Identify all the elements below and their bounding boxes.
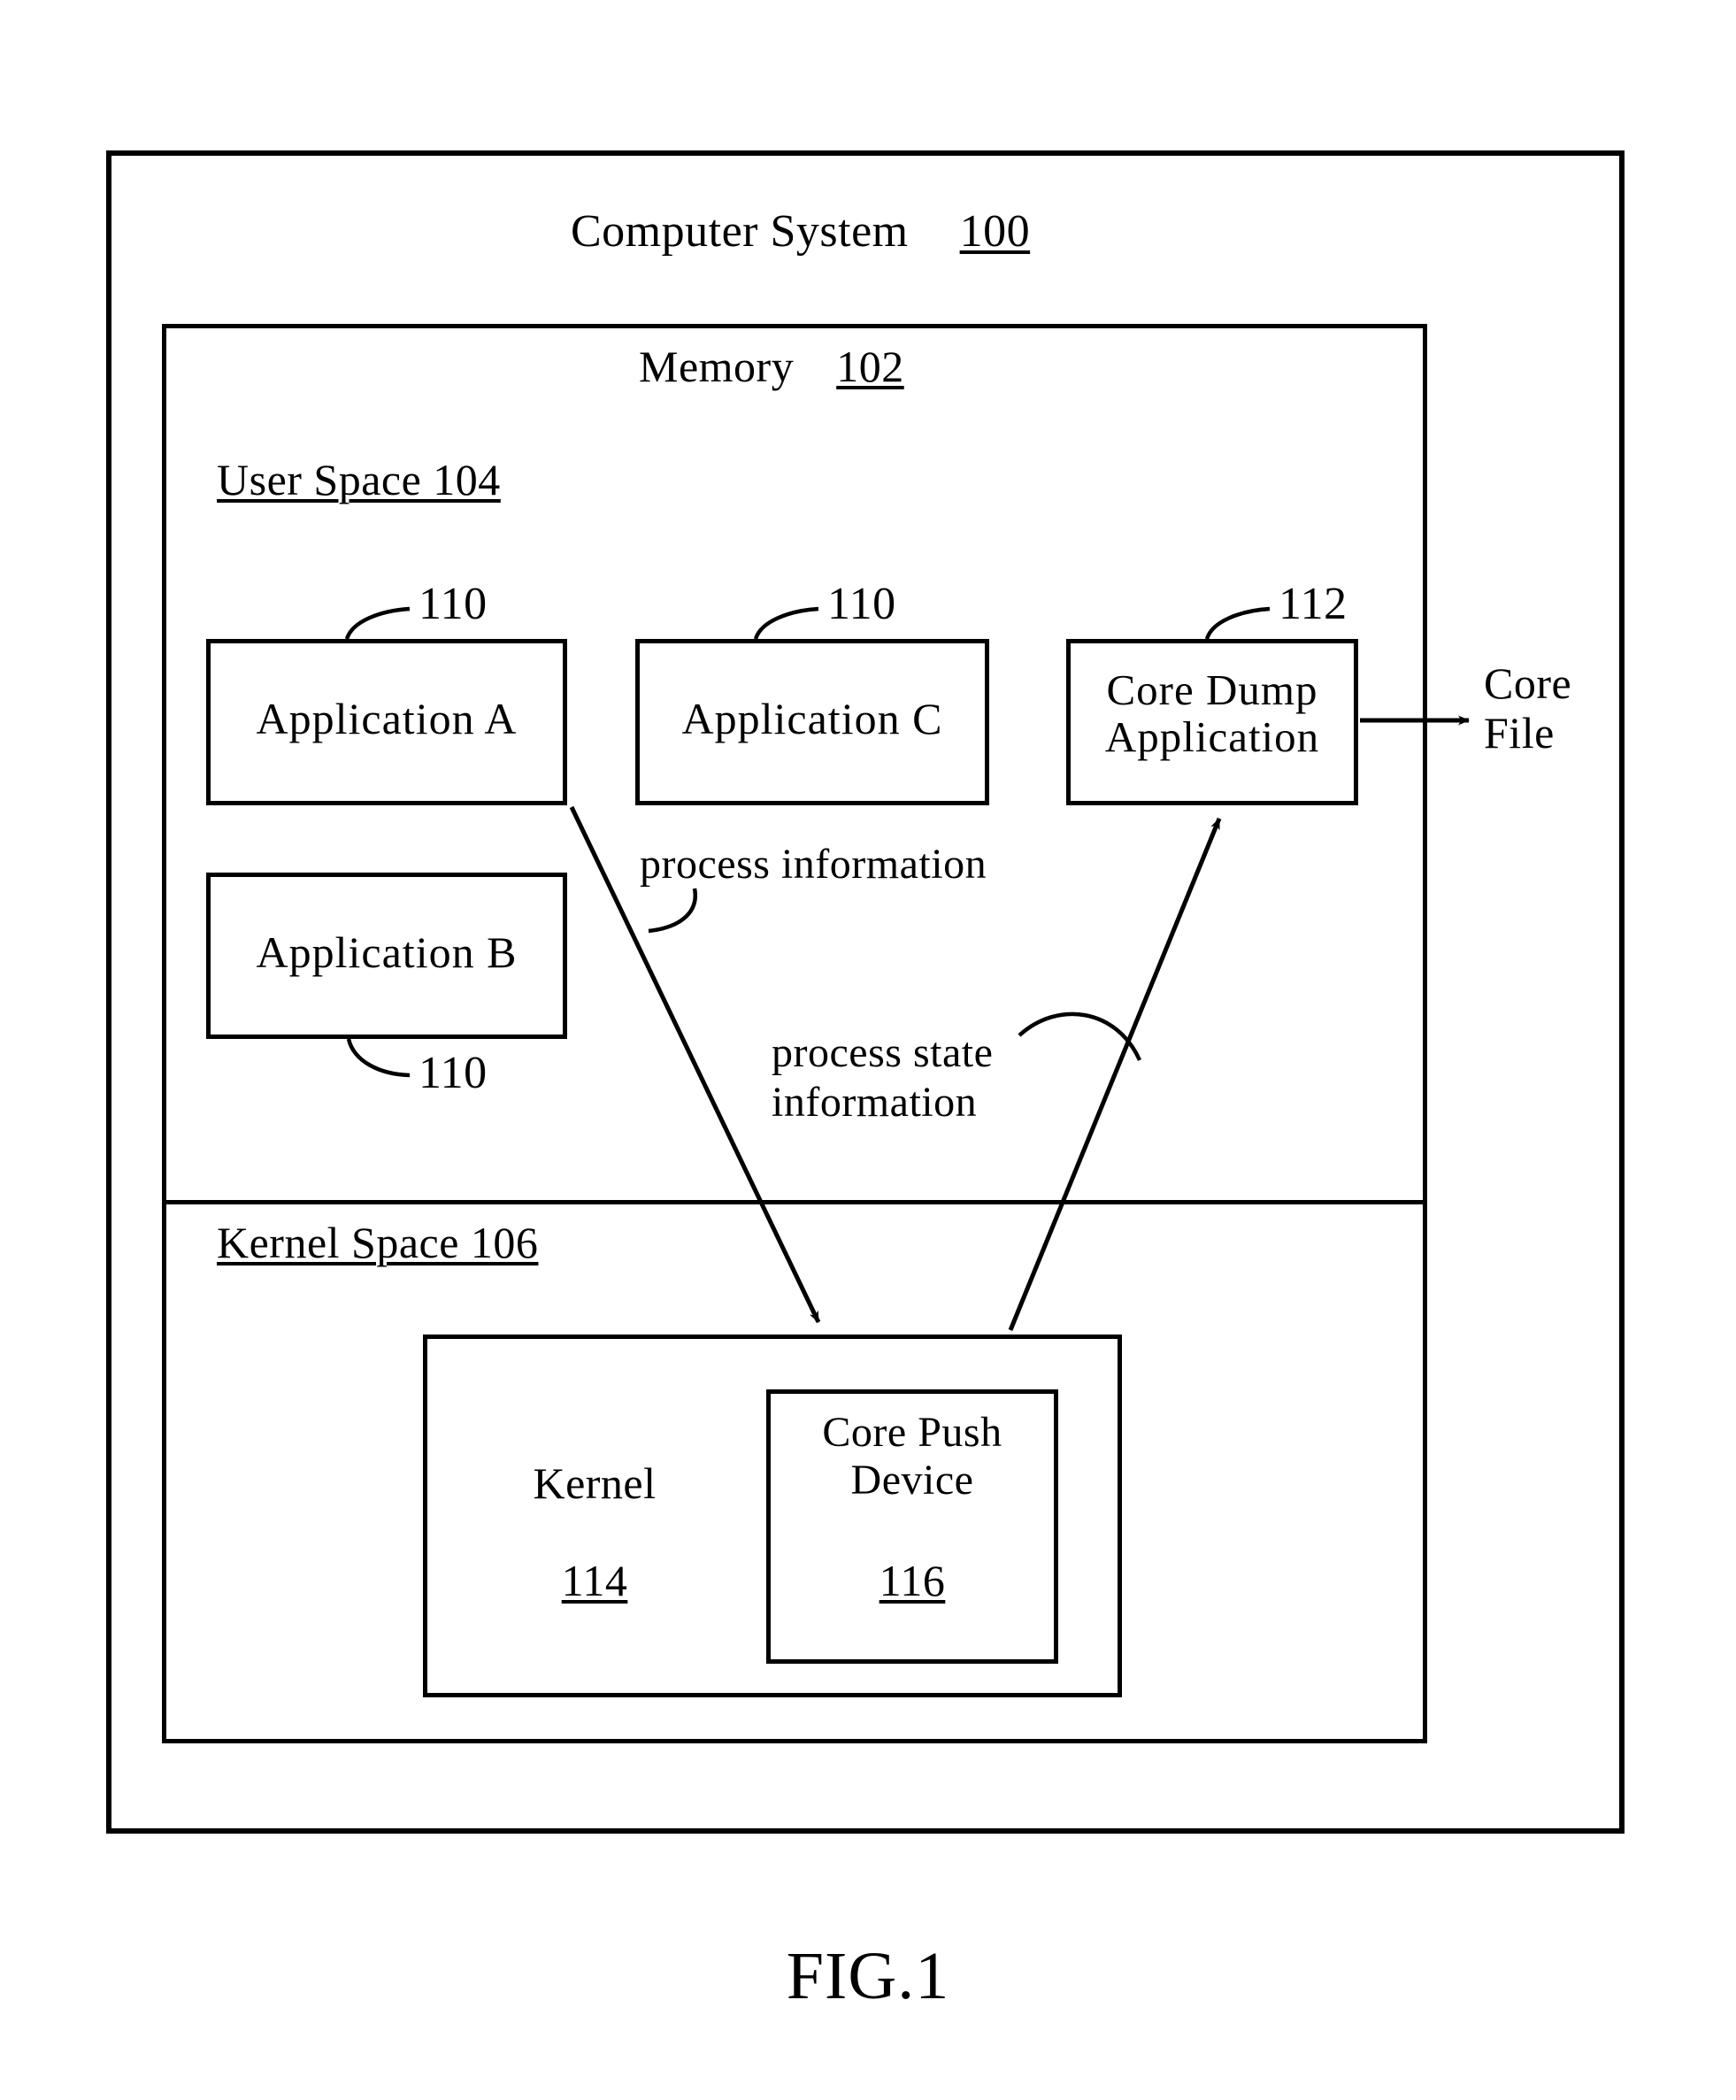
core-push-device-label: Core Push Device bbox=[766, 1409, 1058, 1504]
ref-110-application-c: 110 bbox=[827, 579, 896, 629]
kernel-space-title: Kernel Space 106 bbox=[217, 1218, 539, 1267]
kernel-label: Kernel bbox=[533, 1458, 657, 1508]
user-kernel-space-divider bbox=[162, 1200, 1427, 1204]
core-dump-application-line1: Core Dump bbox=[1106, 665, 1318, 714]
core-dump-application-label: Core Dump Application bbox=[1071, 665, 1354, 761]
application-b-box: Application B bbox=[206, 873, 567, 1039]
kernel-ref: 114 bbox=[561, 1556, 628, 1605]
process-state-information-line1: process state bbox=[772, 1029, 994, 1076]
ref-110-application-b: 110 bbox=[419, 1048, 488, 1098]
process-state-information-line2: information bbox=[772, 1078, 978, 1126]
application-c-box: Application C bbox=[635, 639, 989, 805]
core-dump-application-box: Core Dump Application bbox=[1066, 639, 1358, 805]
core-push-device-line2: Device bbox=[850, 1456, 974, 1504]
ref-110-application-a: 110 bbox=[419, 579, 488, 629]
figure-canvas: Computer System 100 Memory 102 User Space … bbox=[0, 0, 1736, 2100]
application-a-box: Application A bbox=[206, 639, 567, 805]
process-state-information-annotation: process state information bbox=[772, 1028, 993, 1127]
memory-title: Memory 102 bbox=[639, 343, 904, 390]
memory-ref: 102 bbox=[836, 342, 904, 391]
computer-system-title-text: Computer System bbox=[571, 206, 909, 257]
process-information-annotation: process information bbox=[640, 841, 987, 888]
memory-title-text: Memory bbox=[639, 342, 795, 391]
application-a-label: Application A bbox=[256, 694, 518, 743]
core-dump-application-line2: Application bbox=[1104, 712, 1320, 761]
application-c-label: Application C bbox=[681, 694, 943, 743]
computer-system-title: Computer System 100 bbox=[571, 207, 1030, 256]
user-space-title: User Space 104 bbox=[217, 455, 501, 504]
core-file-line2: File bbox=[1484, 708, 1555, 758]
application-b-label: Application B bbox=[256, 927, 518, 977]
core-file-line1: Core bbox=[1484, 658, 1572, 708]
ref-112-core-dump-application: 112 bbox=[1279, 579, 1348, 629]
figure-caption: FIG.1 bbox=[786, 1939, 950, 2013]
core-push-device-ref: 116 bbox=[879, 1556, 946, 1605]
core-file-label: Core File bbox=[1484, 658, 1571, 758]
core-push-device-line1: Core Push bbox=[822, 1409, 1002, 1456]
computer-system-ref: 100 bbox=[959, 206, 1031, 257]
